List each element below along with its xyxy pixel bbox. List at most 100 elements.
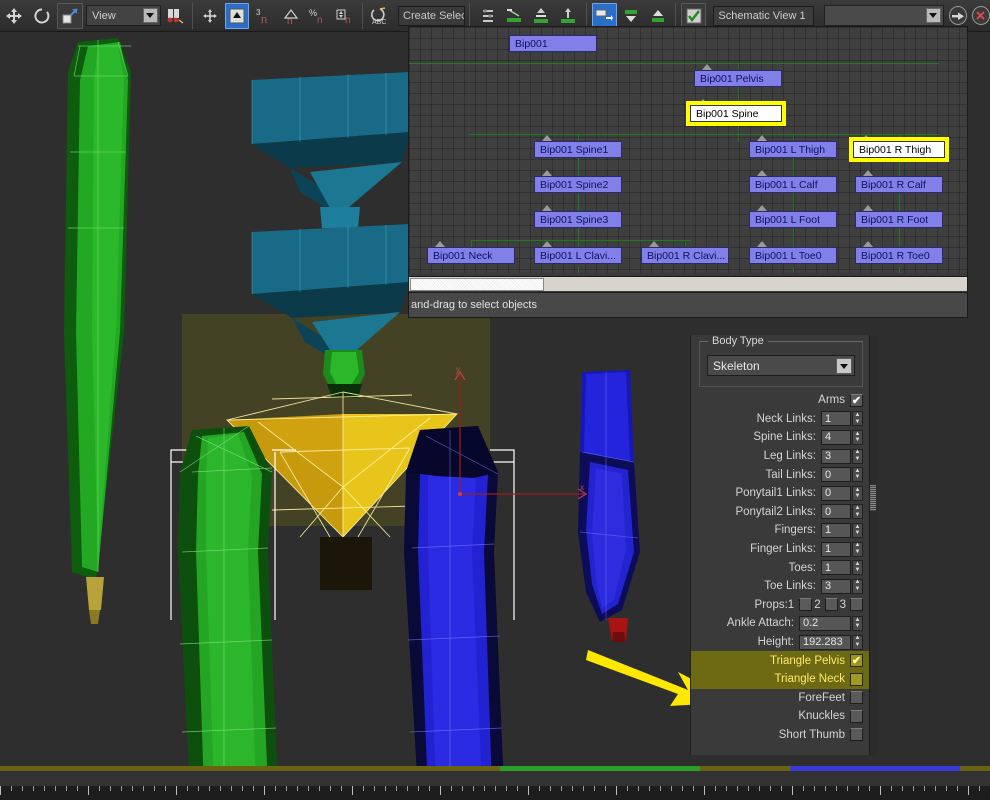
- named-selection-set-field[interactable]: Create Selec: [398, 5, 466, 26]
- schematic-view-name-field[interactable]: Schematic View 1: [713, 5, 814, 26]
- spinner-arrows[interactable]: ▲ ▼: [852, 578, 863, 594]
- checkbox-forefeet[interactable]: [850, 691, 863, 705]
- param-row: Finger Links: 1 ▲ ▼: [691, 540, 871, 559]
- chevron-down-icon[interactable]: [836, 358, 852, 374]
- body-type-group-title: Body Type: [708, 335, 768, 347]
- schematic-node[interactable]: Bip001 Spine1: [534, 141, 622, 158]
- angle-snap-icon[interactable]: n: [278, 3, 303, 29]
- schematic-node[interactable]: Bip001 R Clavi...: [641, 247, 729, 264]
- param-row: Tail Links: 0 ▲ ▼: [691, 465, 871, 484]
- collapse-all-icon[interactable]: [646, 3, 671, 29]
- spinner-arrows[interactable]: ▲ ▼: [852, 485, 863, 501]
- schematic-node[interactable]: Bip001 L Toe0: [749, 247, 837, 264]
- spinner-arrows[interactable]: ▲ ▼: [852, 411, 863, 427]
- spinner-arrows[interactable]: ▲ ▼: [852, 467, 863, 483]
- spinner-arrows[interactable]: ▲ ▼: [852, 522, 863, 538]
- spinner-arrows[interactable]: ▲ ▼: [852, 634, 863, 650]
- spinner-snap-icon[interactable]: n: [332, 3, 357, 29]
- ruler-tick: [891, 786, 892, 791]
- checkbox-short-thumb[interactable]: [850, 728, 863, 742]
- schematic-node[interactable]: Bip001 L Thigh: [749, 141, 837, 158]
- link-display-icon[interactable]: [591, 2, 617, 29]
- track-bar-area[interactable]: [0, 766, 990, 800]
- select-and-scale-icon[interactable]: [57, 2, 83, 29]
- spinner-arrows[interactable]: ▲ ▼: [852, 504, 863, 520]
- schematic-node[interactable]: Bip001 Neck: [427, 247, 515, 264]
- spinner-arrows[interactable]: ▲ ▼: [852, 429, 863, 445]
- ruler-tick: [616, 786, 617, 795]
- snap-3d-icon[interactable]: 3 n: [251, 3, 276, 29]
- schematic-view-window[interactable]: Bip001 Bip001 Pelvis Bip001 Spine Bip001 Sp…: [408, 26, 968, 318]
- spinner-field[interactable]: 1: [821, 411, 851, 427]
- viewport-ruler[interactable]: [0, 786, 990, 800]
- spinner-field[interactable]: 1: [821, 522, 851, 538]
- checkbox-triangle-pelvis[interactable]: ✔: [850, 654, 863, 668]
- ruler-tick: [297, 786, 298, 791]
- command-panel-scrollbar[interactable]: [869, 335, 877, 755]
- checkbox-prop-3[interactable]: [824, 598, 838, 612]
- chevron-down-icon[interactable]: [925, 8, 941, 23]
- scrollbar-thumb[interactable]: [410, 278, 544, 291]
- use-pivot-point-center-icon[interactable]: [162, 3, 187, 29]
- schematic-node[interactable]: Bip001 Spine3: [534, 211, 622, 228]
- align-selected-icon[interactable]: [556, 3, 581, 29]
- checkbox-prop-4[interactable]: [850, 598, 863, 612]
- align-to-view-icon[interactable]: [529, 3, 554, 29]
- schematic-node[interactable]: Bip001 Spine: [690, 105, 782, 122]
- spinner-field[interactable]: 1: [821, 560, 851, 576]
- schematic-node[interactable]: Bip001 Spine2: [534, 176, 622, 193]
- spinner-field[interactable]: 0.2: [799, 615, 851, 631]
- align-selection-icon[interactable]: [502, 3, 527, 29]
- snaps-toggle-icon[interactable]: [224, 2, 250, 29]
- spinner-field[interactable]: 0: [821, 485, 851, 501]
- schematic-node[interactable]: Bip001 L Calf: [749, 176, 837, 193]
- chevron-down-icon[interactable]: [142, 8, 158, 23]
- scrollbar-grip[interactable]: [870, 485, 876, 511]
- ruler-tick: [693, 786, 694, 791]
- close-x-button[interactable]: [971, 6, 990, 25]
- select-and-move-icon[interactable]: [1, 3, 27, 29]
- select-and-manipulate-icon[interactable]: [198, 3, 223, 29]
- spinner-field[interactable]: 3: [821, 578, 851, 594]
- schematic-node[interactable]: Bip001 R Toe0: [855, 247, 943, 264]
- named-selection-sets-icon[interactable]: ABC: [368, 3, 393, 29]
- schematic-node[interactable]: Bip001 R Thigh: [853, 141, 945, 158]
- spinner-field[interactable]: 1: [821, 541, 851, 557]
- spinner-field[interactable]: 192.283: [799, 634, 851, 650]
- schematic-search-combo[interactable]: [823, 5, 944, 26]
- spinner-field[interactable]: 0: [821, 504, 851, 520]
- checkbox-triangle-neck[interactable]: [850, 672, 863, 686]
- schematic-canvas[interactable]: Bip001 Bip001 Pelvis Bip001 Spine Bip001 Sp…: [409, 27, 967, 273]
- ruler-tick: [341, 786, 342, 791]
- track-segment-blue: [790, 766, 960, 771]
- spinner-arrows[interactable]: ▲ ▼: [852, 541, 863, 557]
- param-label: Props:1: [754, 598, 795, 611]
- spinner-field[interactable]: 3: [821, 448, 851, 464]
- display-floater-icon[interactable]: [475, 3, 500, 29]
- command-panel-biped-params[interactable]: Body Type Skeleton Arms ✔ Neck Links: 1 ▲ ▼ Sp…: [690, 335, 877, 755]
- spinner-arrows[interactable]: ▲ ▼: [852, 448, 863, 464]
- schematic-node[interactable]: Bip001 Pelvis: [694, 70, 782, 87]
- reference-coordinate-system-combo[interactable]: View: [86, 5, 161, 26]
- schematic-node[interactable]: Bip001 L Clavi...: [534, 247, 622, 264]
- spinner-arrows[interactable]: ▲ ▼: [852, 615, 863, 631]
- checkbox-knuckles[interactable]: [850, 709, 863, 723]
- select-objects-toggle-icon[interactable]: [681, 2, 707, 29]
- spinner-field[interactable]: 4: [821, 429, 851, 445]
- schematic-node[interactable]: Bip001 R Calf: [855, 176, 943, 193]
- go-arrow-button[interactable]: [948, 6, 967, 25]
- spinner-arrows[interactable]: ▲ ▼: [852, 560, 863, 576]
- param-label: Arms: [818, 394, 845, 407]
- body-type-dropdown[interactable]: Skeleton: [707, 355, 855, 376]
- schematic-node[interactable]: Bip001: [509, 35, 597, 52]
- schematic-node[interactable]: Bip001 L Foot: [749, 211, 837, 228]
- schematic-node[interactable]: Bip001 R Foot: [855, 211, 943, 228]
- schematic-horizontal-scrollbar[interactable]: [409, 276, 967, 291]
- track-bar-strip[interactable]: [0, 766, 990, 771]
- select-and-rotate-icon[interactable]: [29, 3, 55, 29]
- checkbox-arms[interactable]: ✔: [850, 393, 863, 407]
- percent-snap-icon[interactable]: % n: [305, 3, 330, 29]
- checkbox-prop-2[interactable]: [799, 598, 813, 612]
- expand-all-icon[interactable]: [619, 3, 644, 29]
- spinner-field[interactable]: 0: [821, 467, 851, 483]
